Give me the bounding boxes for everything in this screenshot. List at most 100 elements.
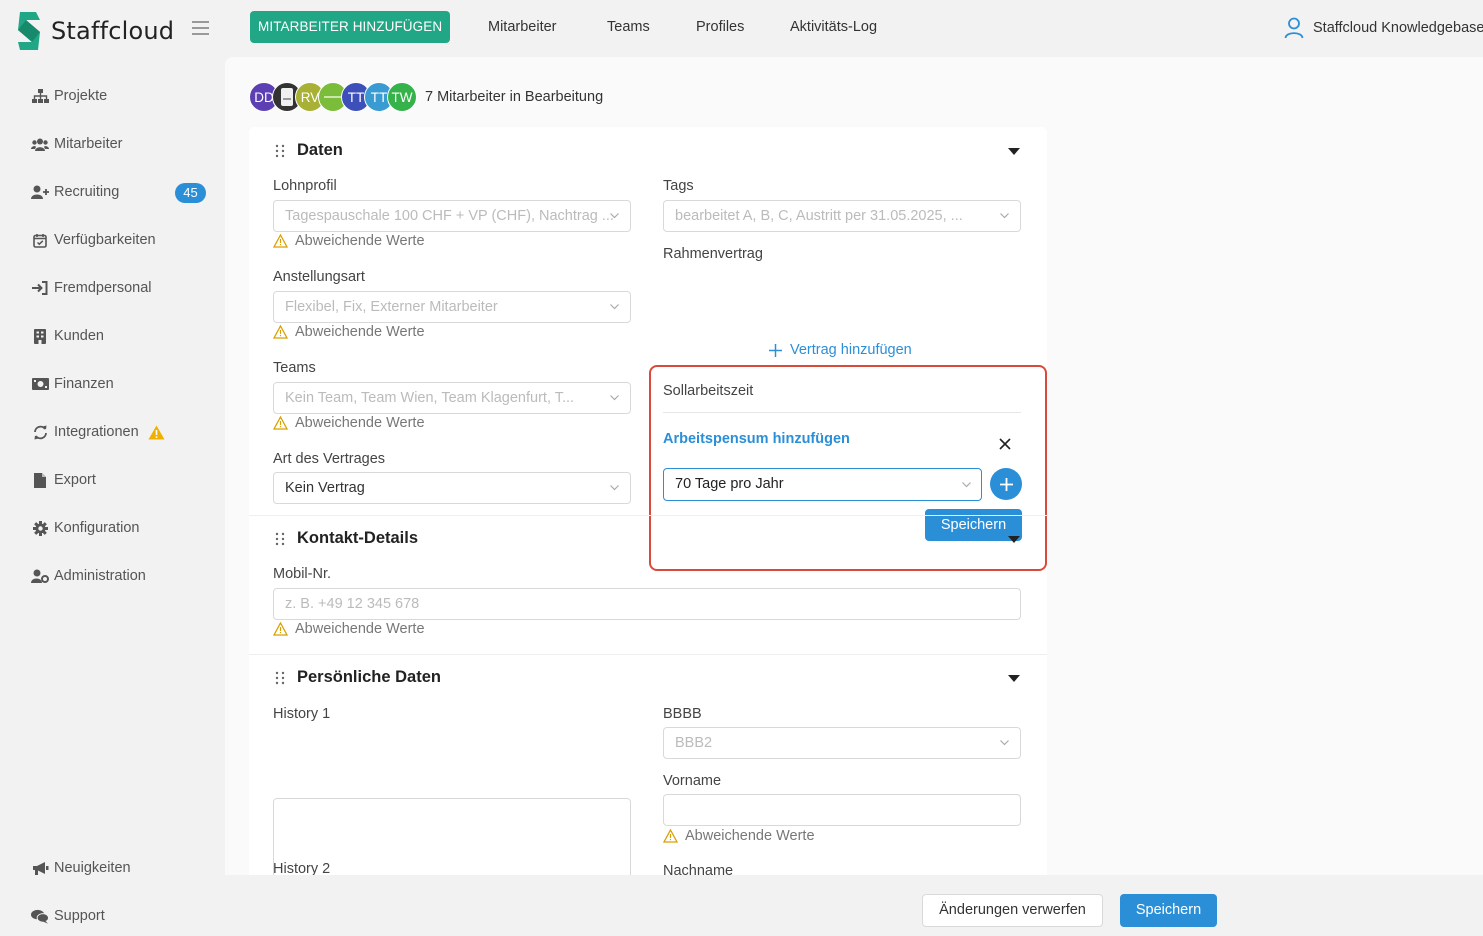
mobile-label: Mobil-Nr.: [273, 566, 332, 582]
section-title: Daten: [297, 141, 343, 159]
sidebar-item-fremdpersonal[interactable]: Fremdpersonal: [31, 280, 152, 296]
warning-text: Abweichende Werte: [295, 415, 425, 431]
discard-changes-button[interactable]: Änderungen verwerfen: [922, 894, 1103, 927]
tags-select[interactable]: bearbeitet A, B, C, Austritt per 31.05.2…: [663, 200, 1021, 232]
nav-profiles[interactable]: Profiles: [696, 19, 744, 35]
plus-icon: [999, 477, 1013, 491]
sidebar-item-mitarbeiter[interactable]: Mitarbeiter: [31, 136, 123, 152]
sidebar-item-label: Administration: [54, 568, 146, 584]
sidebar-item-finanzen[interactable]: Finanzen: [31, 376, 114, 392]
bbbb-value: BBB2: [675, 735, 713, 751]
sidebar-item-verfuegbarkeiten[interactable]: Verfügbarkeiten: [31, 232, 156, 248]
add-workload-button[interactable]: [990, 468, 1022, 500]
bbbb-select[interactable]: BBB2: [663, 727, 1021, 759]
warning-icon: [273, 325, 288, 339]
collapse-daten-icon[interactable]: [1008, 148, 1020, 155]
user-name: Staffcloud Knowledgebase: [1313, 20, 1483, 36]
sidebar-item-label: Mitarbeiter: [54, 136, 123, 152]
section-persoenlich-header[interactable]: Persönliche Daten: [275, 668, 441, 687]
warning-text: Abweichende Werte: [295, 324, 425, 340]
sidebar-item-administration[interactable]: Administration: [31, 568, 146, 584]
add-employee-button[interactable]: MITARBEITER HINZUFÜGEN: [250, 11, 451, 43]
nav-teams[interactable]: Teams: [607, 19, 650, 35]
section-title: Persönliche Daten: [297, 668, 441, 686]
add-workload-link[interactable]: Arbeitspensum hinzufügen: [663, 431, 850, 447]
editing-summary: 7 Mitarbeiter in Bearbeitung: [425, 89, 604, 105]
vorname-input[interactable]: [663, 794, 1021, 826]
sidebar-item-projekte[interactable]: Projekte: [31, 88, 107, 104]
collapse-persoenlich-icon[interactable]: [1008, 675, 1020, 682]
anstellungsart-label: Anstellungsart: [273, 269, 365, 285]
collapse-kontakt-icon[interactable]: [1008, 536, 1020, 543]
tags-value: bearbeitet A, B, C, Austritt per 31.05.2…: [675, 208, 963, 224]
top-bar: Staffcloud MITARBEITER HINZUFÜGEN Mitarb…: [0, 0, 1483, 57]
save-button[interactable]: Speichern: [1120, 894, 1217, 927]
sidebar-item-integrationen[interactable]: Integrationen: [31, 424, 165, 440]
sidebar-item-label: Support: [54, 908, 105, 924]
comments-icon: [31, 908, 49, 924]
avatar[interactable]: TW: [387, 82, 417, 112]
anstellungsart-value: Flexibel, Fix, Externer Mitarbeiter: [285, 299, 498, 315]
sidebar-item-label: Neuigkeiten: [54, 860, 131, 876]
vertragsart-label: Art des Vertrages: [273, 451, 386, 467]
staffcloud-logo-icon: [18, 12, 40, 50]
workload-value: 70 Tage pro Jahr: [675, 476, 784, 492]
user-icon: [1284, 17, 1304, 39]
drag-handle-icon[interactable]: [275, 671, 285, 685]
section-daten-header[interactable]: Daten: [275, 141, 343, 160]
sidebar-item-label: Konfiguration: [54, 520, 140, 536]
sidebar-item-label: Projekte: [54, 88, 108, 104]
chevron-down-icon: [1000, 213, 1009, 219]
teams-select[interactable]: Kein Team, Team Wien, Team Klagenfurt, T…: [273, 382, 631, 414]
chevron-down-icon: [610, 213, 619, 219]
drag-handle-icon[interactable]: [275, 532, 285, 546]
gear-icon: [31, 520, 49, 536]
lohnprofil-warning: Abweichende Werte: [273, 233, 425, 249]
sync-icon: [31, 424, 49, 440]
section-divider: [249, 654, 1047, 655]
menu-toggle-icon[interactable]: [192, 21, 209, 35]
mobile-warning: Abweichende Werte: [273, 621, 425, 637]
close-icon[interactable]: [999, 438, 1011, 450]
mobile-placeholder: z. B. +49 12 345 678: [285, 596, 420, 612]
sidebar-item-support[interactable]: Support: [31, 908, 105, 924]
workload-select[interactable]: 70 Tage pro Jahr: [663, 468, 982, 501]
mobile-input[interactable]: z. B. +49 12 345 678: [273, 588, 1021, 620]
sidebar-item-export[interactable]: Export: [31, 472, 96, 488]
nav-mitarbeiter[interactable]: Mitarbeiter: [488, 19, 557, 35]
user-menu[interactable]: Staffcloud Knowledgebase: [1284, 17, 1483, 39]
chevron-down-icon: [962, 482, 971, 488]
lohnprofil-label: Lohnprofil: [273, 178, 337, 194]
vorname-warning: Abweichende Werte: [663, 828, 815, 844]
drag-handle-icon[interactable]: [275, 144, 285, 158]
warning-icon: [273, 234, 288, 248]
sitemap-icon: [31, 88, 49, 104]
sidebar-item-label: Recruiting: [54, 184, 120, 200]
sidebar-item-konfiguration[interactable]: Konfiguration: [31, 520, 139, 536]
megaphone-icon: [31, 860, 49, 876]
vertragsart-select[interactable]: Kein Vertrag: [273, 472, 631, 504]
plus-icon: [769, 343, 782, 357]
nav-activity-log[interactable]: Aktivitäts-Log: [790, 19, 877, 35]
anstellungsart-select[interactable]: Flexibel, Fix, Externer Mitarbeiter: [273, 291, 631, 323]
divider: [663, 412, 1021, 413]
bbbb-label: BBBB: [663, 706, 702, 722]
logo[interactable]: Staffcloud: [16, 10, 174, 52]
teams-value: Kein Team, Team Wien, Team Klagenfurt, T…: [285, 390, 575, 406]
sidebar-item-neuigkeiten[interactable]: Neuigkeiten: [31, 860, 131, 876]
rahmenvertrag-label: Rahmenvertrag: [663, 246, 763, 262]
section-kontakt-header[interactable]: Kontakt-Details: [275, 529, 418, 548]
bulk-edit-card: Daten Lohnprofil Tagespauschale 100 CHF …: [249, 127, 1047, 875]
tags-label: Tags: [663, 178, 694, 194]
sign-in-icon: [31, 280, 49, 296]
sidebar-item-label: Verfügbarkeiten: [54, 232, 156, 248]
money-icon: [31, 376, 49, 392]
sidebar-item-recruiting[interactable]: Recruiting: [31, 184, 119, 200]
lohnprofil-select[interactable]: Tagespauschale 100 CHF + VP (CHF), Nacht…: [273, 200, 631, 232]
file-icon: [31, 472, 49, 488]
sidebar-item-label: Kunden: [54, 328, 104, 344]
add-contract-link[interactable]: Vertrag hinzufügen: [769, 342, 912, 358]
warning-icon: [273, 416, 288, 430]
sidebar-item-kunden[interactable]: Kunden: [31, 328, 104, 344]
chevron-down-icon: [610, 304, 619, 310]
